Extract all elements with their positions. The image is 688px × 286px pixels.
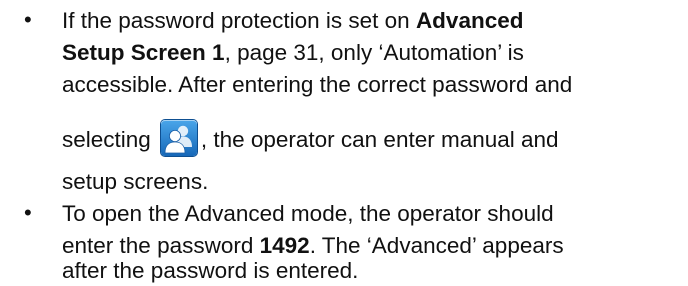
text-line: Setup Screen 1, page 31, only ‘Automatio… [62, 40, 524, 66]
text-span: , the operator can enter manual and [200, 126, 559, 152]
text-span: accessible. After entering the correct p… [62, 72, 573, 97]
text-line: If the password protection is set on Adv… [62, 8, 523, 34]
text-line: accessible. After entering the correct p… [62, 72, 572, 98]
text-span: after the password is entered. [62, 258, 359, 283]
bullet-marker: • [24, 7, 32, 32]
bold-text-password: 1492 [259, 233, 310, 258]
text-line: after the password is entered. [62, 258, 358, 284]
bold-text-advanced: Advanced [415, 8, 524, 33]
text-span: selecting [62, 126, 151, 152]
text-span: enter the password [62, 233, 260, 258]
text-span: To open the Advanced mode, the operator … [62, 201, 554, 226]
text-line: enter the password 1492. The ‘Advanced’ … [62, 233, 564, 259]
bold-text-setup-screen: Setup Screen 1 [62, 40, 225, 65]
text-span: , page 31, only ‘Automation’ is [224, 40, 524, 65]
user-icon [160, 120, 197, 156]
text-span: setup screens. [62, 169, 209, 194]
text-line-with-icon: selecting , the operator can enter manua… [62, 120, 559, 159]
document-body: • If the password protection is set on A… [0, 0, 688, 286]
text-span: . The ‘Advanced’ appears [309, 233, 564, 258]
text-line: setup screens. [62, 169, 208, 195]
bullet-marker: • [24, 200, 32, 225]
text-span: If the password protection is set on [62, 8, 416, 33]
text-line: To open the Advanced mode, the operator … [62, 201, 554, 227]
